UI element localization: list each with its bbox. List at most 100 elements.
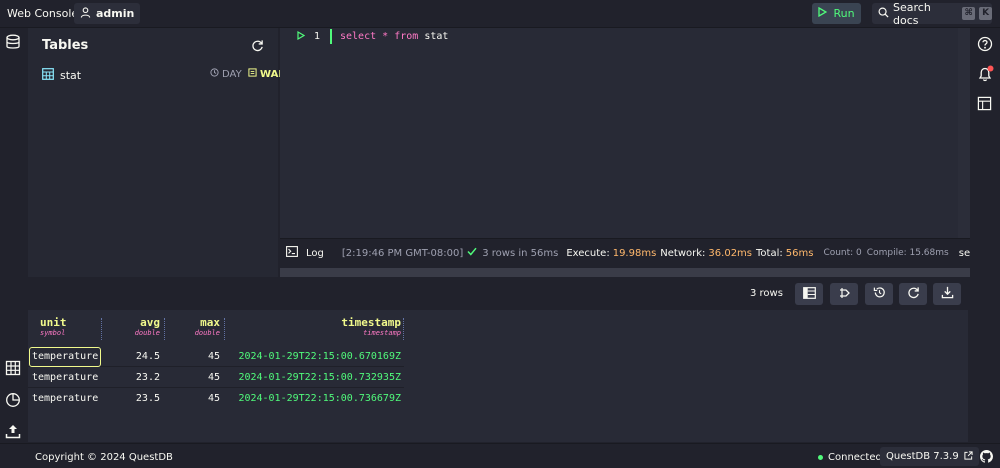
column-header-max[interactable]: max double xyxy=(168,316,220,346)
column-type: double xyxy=(134,329,160,337)
download-button[interactable] xyxy=(933,283,961,305)
terminal-icon xyxy=(286,246,298,260)
run-line-icon[interactable] xyxy=(297,30,306,43)
column-separator[interactable] xyxy=(403,318,404,340)
cell-timestamp[interactable]: 2024-01-29T22:15:00.732935Z xyxy=(228,372,401,383)
column-separator[interactable] xyxy=(101,318,102,340)
compile-text: Compile: 15.68ms xyxy=(866,248,949,258)
connection-status: Connected xyxy=(818,452,882,463)
table-list-item[interactable]: stat DAY WAL xyxy=(42,67,285,82)
history-button[interactable] xyxy=(865,283,893,305)
cell-max[interactable]: 45 xyxy=(168,393,220,404)
table-row[interactable]: temperature 23.5 45 2024-01-29T22:15:00.… xyxy=(28,389,404,409)
status-dot-icon xyxy=(818,455,823,460)
freeze-icon xyxy=(802,286,816,302)
line-number: 1 xyxy=(314,31,321,42)
external-link-icon xyxy=(964,450,973,463)
table-icon[interactable] xyxy=(977,96,992,114)
code-keyword-from: from xyxy=(394,31,419,42)
grid-icon[interactable] xyxy=(5,360,21,376)
cell-avg[interactable]: 24.5 xyxy=(108,351,160,362)
query-echo: select * from stat xyxy=(958,247,970,259)
cell-unit[interactable]: temperature xyxy=(32,393,98,404)
cell-unit[interactable]: temperature xyxy=(32,351,98,362)
results-grid: unit symbol avg double max double timest… xyxy=(28,310,968,442)
version-link[interactable]: QuestDB 7.3.9 xyxy=(880,447,979,466)
count-text: Count: 0 xyxy=(823,248,862,258)
search-docs-button[interactable]: Search docs ⌘ K xyxy=(872,0,992,27)
column-type: symbol xyxy=(40,329,66,337)
search-label: Search docs xyxy=(893,0,931,27)
network-label: Network: xyxy=(660,247,706,259)
footer: Copyright © 2024 QuestDB Connected Quest… xyxy=(0,443,1000,468)
tables-panel: Tables stat DAY WAL xyxy=(28,28,285,277)
database-icon[interactable] xyxy=(5,34,21,50)
horizontal-scrollbar[interactable] xyxy=(280,268,970,277)
wal-icon xyxy=(248,68,257,80)
network-value: 36.02ms xyxy=(708,247,753,259)
table-row[interactable]: temperature 23.2 45 2024-01-29T22:15:00.… xyxy=(28,368,404,388)
editor-scrollbar[interactable] xyxy=(958,28,970,238)
app-title: Web Console xyxy=(7,7,79,20)
log-timestamp: [2:19:46 PM GMT-08:00] xyxy=(341,247,464,259)
run-button[interactable]: Run xyxy=(812,3,861,24)
column-header-timestamp[interactable]: timestamp timestamp xyxy=(228,316,401,346)
cell-avg[interactable]: 23.5 xyxy=(108,393,160,404)
table-name: stat xyxy=(60,68,82,82)
column-header-unit[interactable]: unit symbol xyxy=(40,316,67,346)
cell-max[interactable]: 45 xyxy=(168,351,220,362)
run-label: Run xyxy=(833,7,855,20)
cell-max[interactable]: 45 xyxy=(168,372,220,383)
cell-timestamp[interactable]: 2024-01-29T22:15:00.670169Z xyxy=(228,351,401,362)
copyright-text: Copyright © 2024 QuestDB xyxy=(35,452,173,463)
bell-icon[interactable] xyxy=(977,65,995,86)
code-table-name: stat xyxy=(424,31,449,42)
code-keyword-select: select xyxy=(340,31,377,42)
cell-avg[interactable]: 23.2 xyxy=(108,372,160,383)
move-icon xyxy=(838,287,851,302)
user-menu[interactable]: admin xyxy=(74,3,141,24)
history-icon xyxy=(873,286,886,302)
clock-icon xyxy=(210,68,219,80)
cell-timestamp[interactable]: 2024-01-29T22:15:00.736679Z xyxy=(228,393,401,404)
code-star: * xyxy=(382,31,389,42)
column-separator[interactable] xyxy=(224,318,225,340)
search-icon xyxy=(878,7,889,21)
log-rows-message: 3 rows in 56ms xyxy=(482,247,559,259)
version-label: QuestDB 7.3.9 xyxy=(886,451,959,462)
column-type: timestamp xyxy=(363,329,401,337)
left-sidebar xyxy=(0,28,27,443)
chart-icon[interactable] xyxy=(5,392,21,408)
refresh-icon[interactable] xyxy=(251,39,264,55)
github-icon[interactable] xyxy=(980,450,993,466)
execute-value: 19.98ms xyxy=(612,247,657,259)
cell-unit[interactable]: temperature xyxy=(32,372,98,383)
right-sidebar xyxy=(970,28,1000,443)
freeze-columns-button[interactable] xyxy=(795,283,823,305)
sql-editor[interactable]: 1 select * from stat xyxy=(280,28,970,238)
column-type: double xyxy=(194,329,220,337)
log-toggle[interactable]: Log xyxy=(286,246,324,260)
reload-button[interactable] xyxy=(899,283,927,305)
user-icon xyxy=(80,6,91,21)
help-icon[interactable] xyxy=(977,36,993,55)
log-label: Log xyxy=(306,247,324,259)
upload-icon[interactable] xyxy=(5,423,21,439)
move-columns-button[interactable] xyxy=(830,283,858,305)
column-separator[interactable] xyxy=(164,318,165,340)
partition-label: DAY xyxy=(222,68,242,80)
download-icon xyxy=(941,286,954,302)
column-header-avg[interactable]: avg double xyxy=(108,316,160,346)
editor-code-line[interactable]: select * from stat xyxy=(340,31,448,42)
total-value: 56ms xyxy=(785,247,814,259)
tables-title: Tables xyxy=(42,38,89,53)
partition-badge: DAY xyxy=(210,68,242,80)
log-bar: Log [2:19:46 PM GMT-08:00] 3 rows in 56m… xyxy=(280,238,970,267)
reload-icon xyxy=(907,286,920,302)
column-name: unit xyxy=(40,316,67,329)
execute-label: Execute: xyxy=(566,247,610,259)
status-label: Connected xyxy=(828,452,882,463)
editor-gutter xyxy=(280,28,330,238)
table-row[interactable]: temperature 24.5 45 2024-01-29T22:15:00.… xyxy=(28,347,404,367)
kbd-k: K xyxy=(979,7,992,20)
